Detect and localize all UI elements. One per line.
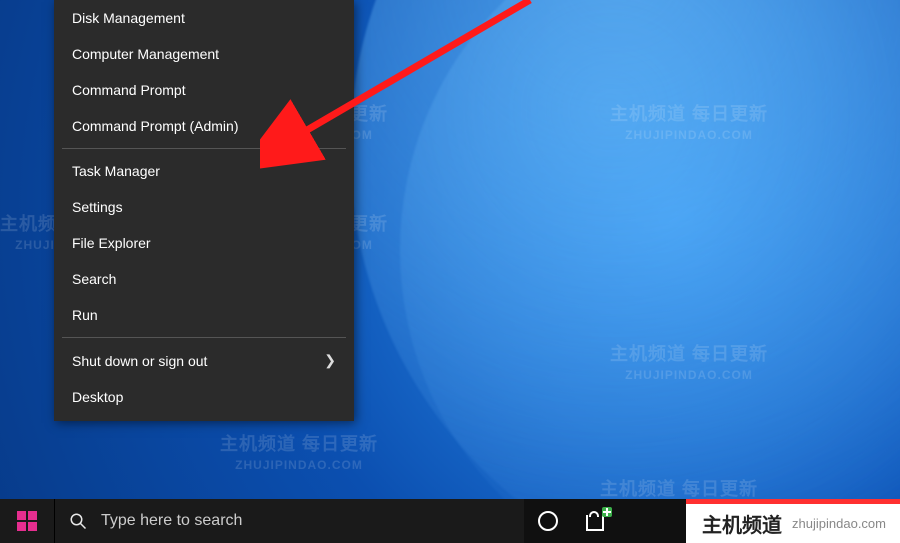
wallpaper-shape [400,0,900,543]
search-icon [69,512,87,530]
menu-item-label: Computer Management [72,46,219,62]
store-icon [586,511,606,531]
brand-cn: 主机频道 [702,509,782,538]
menu-item-label: Disk Management [72,10,185,26]
brand-en: zhujipindao.com [792,516,886,531]
menu-search[interactable]: Search [54,261,354,297]
menu-settings[interactable]: Settings [54,189,354,225]
cortana-icon [538,511,558,531]
cortana-button[interactable] [524,499,572,543]
menu-separator [62,148,346,149]
menu-run[interactable]: Run [54,297,354,333]
taskbar-search-input[interactable]: Type here to search [54,499,524,543]
brand-overlay: 主机频道 zhujipindao.com [686,499,900,543]
menu-item-label: Settings [72,199,123,215]
menu-command-prompt[interactable]: Command Prompt [54,72,354,108]
menu-item-label: Command Prompt [72,82,186,98]
search-placeholder: Type here to search [101,512,242,530]
menu-item-label: Command Prompt (Admin) [72,118,239,134]
menu-computer-management[interactable]: Computer Management [54,36,354,72]
menu-item-label: Desktop [72,389,123,405]
menu-disk-management[interactable]: Disk Management [54,0,354,36]
start-button[interactable] [0,499,54,543]
menu-item-label: Run [72,307,98,323]
menu-item-label: Task Manager [72,163,160,179]
winx-context-menu: Disk Management Computer Management Comm… [54,0,354,421]
menu-item-label: File Explorer [72,235,151,251]
store-button[interactable] [572,499,620,543]
menu-item-label: Shut down or sign out [72,353,207,369]
windows-logo-icon [17,511,37,531]
menu-task-manager[interactable]: Task Manager [54,153,354,189]
menu-command-prompt-admin[interactable]: Command Prompt (Admin) [54,108,354,144]
menu-desktop[interactable]: Desktop [54,379,354,415]
menu-item-label: Search [72,271,116,287]
menu-file-explorer[interactable]: File Explorer [54,225,354,261]
desktop: 主机频道 每日更新ZHUJIPINDAO.COM 主机频道 每日更新ZHUJIP… [0,0,900,543]
menu-shutdown-signout[interactable]: Shut down or sign out ❯ [54,342,354,379]
menu-separator [62,337,346,338]
chevron-right-icon: ❯ [324,352,336,369]
watermark: 主机频道 每日更新ZHUJIPINDAO.COM [220,430,378,472]
